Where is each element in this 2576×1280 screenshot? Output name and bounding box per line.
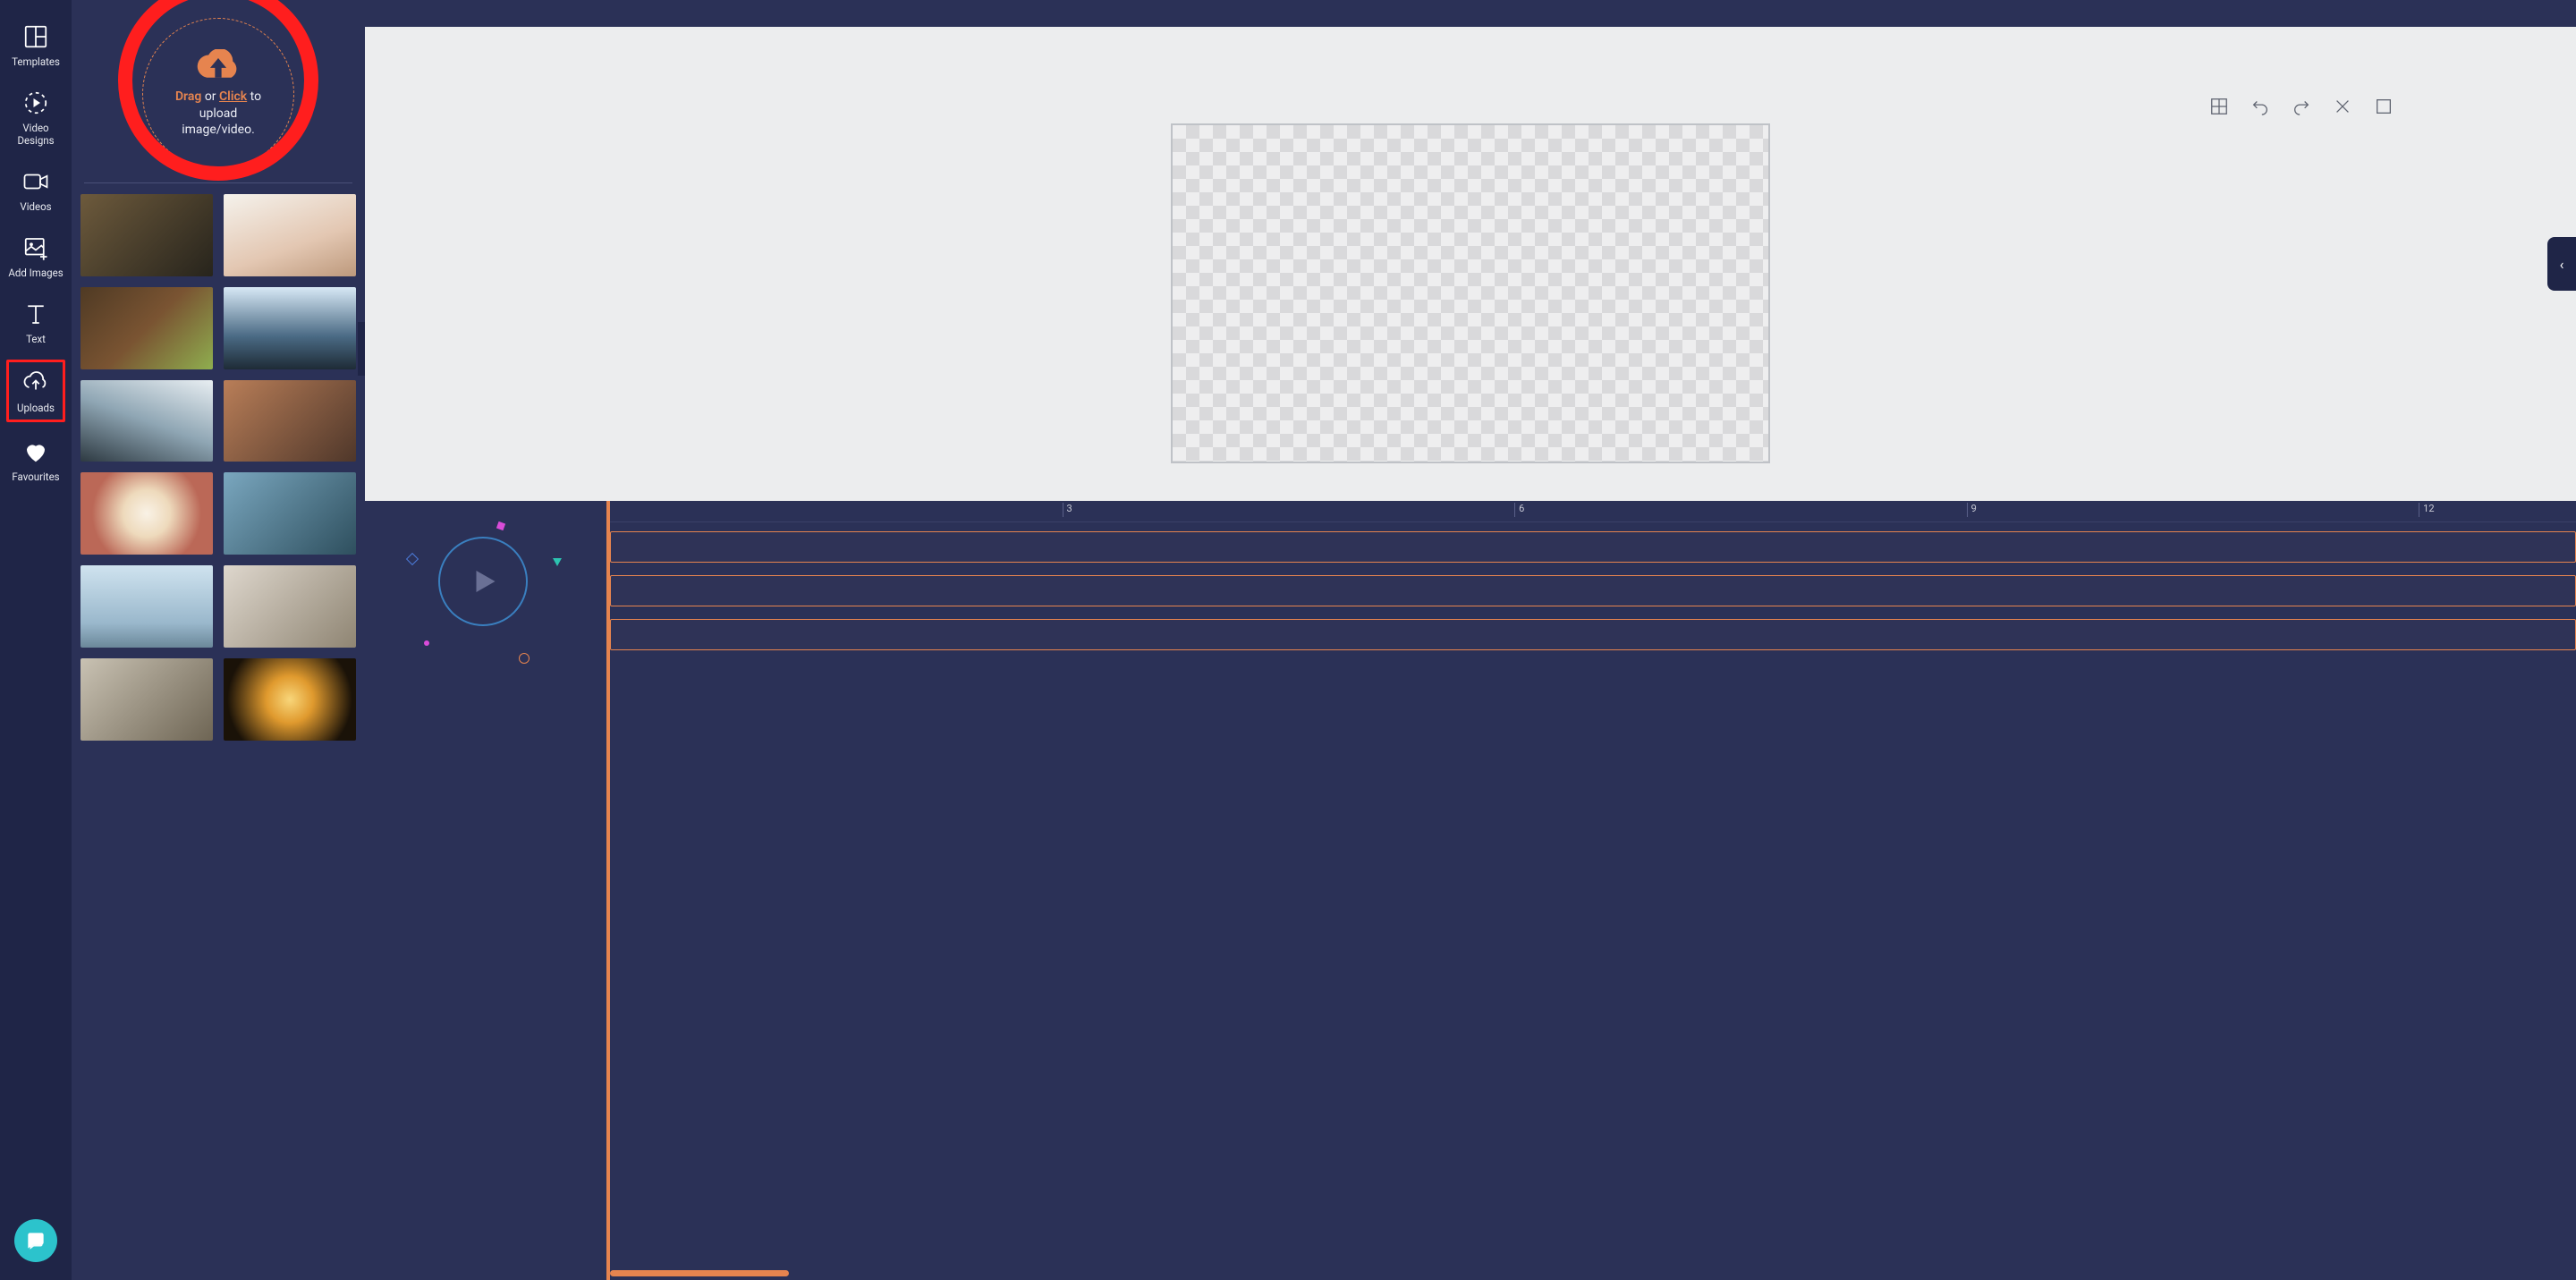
upload-thumbnail[interactable] <box>224 565 356 648</box>
dropzone-line2: upload <box>199 106 237 123</box>
upload-dropzone[interactable]: Drag or Click to upload image/video. <box>142 18 294 170</box>
timeline-zone: 3 6 9 12 <box>365 501 2576 1280</box>
canvas-frame[interactable] <box>1171 123 1770 463</box>
uploads-icon <box>22 369 49 396</box>
nav-uploads[interactable]: Uploads <box>6 360 65 422</box>
upload-thumbnail[interactable] <box>80 194 213 276</box>
close-icon <box>2333 97 2352 116</box>
upload-thumbnail[interactable] <box>224 658 356 741</box>
undo-button[interactable] <box>2250 97 2270 116</box>
play-icon <box>467 565 499 598</box>
uploads-grid <box>72 194 365 1280</box>
nav-label: Videos <box>20 200 51 213</box>
confetti-icon <box>519 653 530 664</box>
nav-label: Uploads <box>17 402 55 414</box>
close-button[interactable] <box>2333 97 2352 116</box>
nav-label: Text <box>26 333 46 345</box>
dropzone-word-drag: Drag <box>175 89 201 104</box>
nav-add-images[interactable]: Add Images <box>6 227 65 284</box>
upload-thumbnail[interactable] <box>80 658 213 741</box>
nav-video-designs[interactable]: Video Designs <box>6 82 65 152</box>
panel-divider <box>84 182 352 183</box>
favourites-icon <box>22 438 49 465</box>
nav-label: Favourites <box>12 470 59 483</box>
canvas-toolbar <box>2209 97 2394 116</box>
timeline-scrub-handle[interactable] <box>610 1270 789 1276</box>
timeline-ruler[interactable]: 3 6 9 12 <box>610 501 2576 522</box>
play-area <box>365 501 606 1280</box>
right-drawer-toggle[interactable]: ‹ <box>2547 237 2576 291</box>
upload-dropzone-wrap: Drag or Click to upload image/video. <box>72 0 365 175</box>
text-icon <box>22 301 49 327</box>
redo-button[interactable] <box>2292 97 2311 116</box>
ruler-tick: 9 <box>1967 503 1977 517</box>
redo-icon <box>2292 97 2311 116</box>
templates-icon <box>22 23 49 50</box>
nav-label: Video Designs <box>6 122 65 147</box>
timeline-track[interactable] <box>610 619 2576 650</box>
upload-thumbnail[interactable] <box>80 472 213 555</box>
nav-label: Templates <box>12 55 60 68</box>
ruler-tick: 3 <box>1063 503 1072 517</box>
confetti-icon <box>496 521 505 530</box>
play-button[interactable] <box>438 537 528 626</box>
chevron-left-icon: ‹ <box>2560 256 2564 273</box>
left-nav: Templates Video Designs Videos Add Image… <box>0 0 72 1280</box>
timeline-track[interactable] <box>610 575 2576 606</box>
confetti-icon <box>553 558 562 566</box>
nav-templates[interactable]: Templates <box>6 16 65 73</box>
confetti-icon <box>424 640 429 646</box>
upload-thumbnail[interactable] <box>224 287 356 369</box>
dropzone-line3: image/video. <box>182 122 255 139</box>
ruler-tick: 12 <box>2419 503 2434 517</box>
timeline-track[interactable] <box>610 531 2576 563</box>
grid-button[interactable] <box>2209 97 2229 116</box>
fullscreen-button[interactable] <box>2374 97 2394 116</box>
stage: ‹ 3 6 9 12 <box>365 0 2576 1280</box>
add-images-icon <box>22 234 49 261</box>
nav-favourites[interactable]: Favourites <box>6 431 65 488</box>
undo-icon <box>2250 97 2270 116</box>
upload-thumbnail[interactable] <box>224 472 356 555</box>
upload-thumbnail[interactable] <box>80 565 213 648</box>
ruler-tick: 6 <box>1514 503 1524 517</box>
upload-thumbnail[interactable] <box>224 194 356 276</box>
dropzone-line1: Drag or Click to <box>175 89 261 106</box>
cloud-upload-icon <box>192 49 244 83</box>
upload-thumbnail[interactable] <box>80 380 213 462</box>
upload-thumbnail[interactable] <box>224 380 356 462</box>
timeline[interactable]: 3 6 9 12 <box>606 501 2576 1280</box>
dropzone-word-click: Click <box>219 89 247 104</box>
video-designs-icon <box>22 89 49 116</box>
chat-button[interactable] <box>14 1219 57 1262</box>
nav-label: Add Images <box>8 267 63 279</box>
timeline-tracks <box>610 522 2576 650</box>
chat-icon <box>24 1229 47 1252</box>
dropzone-word-to: to <box>247 89 261 104</box>
canvas-area: ‹ <box>365 27 2576 501</box>
confetti-icon <box>406 553 419 565</box>
nav-text[interactable]: Text <box>6 293 65 351</box>
stage-top-bar <box>365 0 2576 27</box>
grid-icon <box>2209 97 2229 116</box>
upload-thumbnail[interactable] <box>80 287 213 369</box>
nav-videos[interactable]: Videos <box>6 161 65 218</box>
dropzone-word-or: or <box>201 89 219 104</box>
fullscreen-icon <box>2374 97 2394 116</box>
uploads-panel: Drag or Click to upload image/video. ‹ <box>72 0 365 1280</box>
videos-icon <box>22 168 49 195</box>
